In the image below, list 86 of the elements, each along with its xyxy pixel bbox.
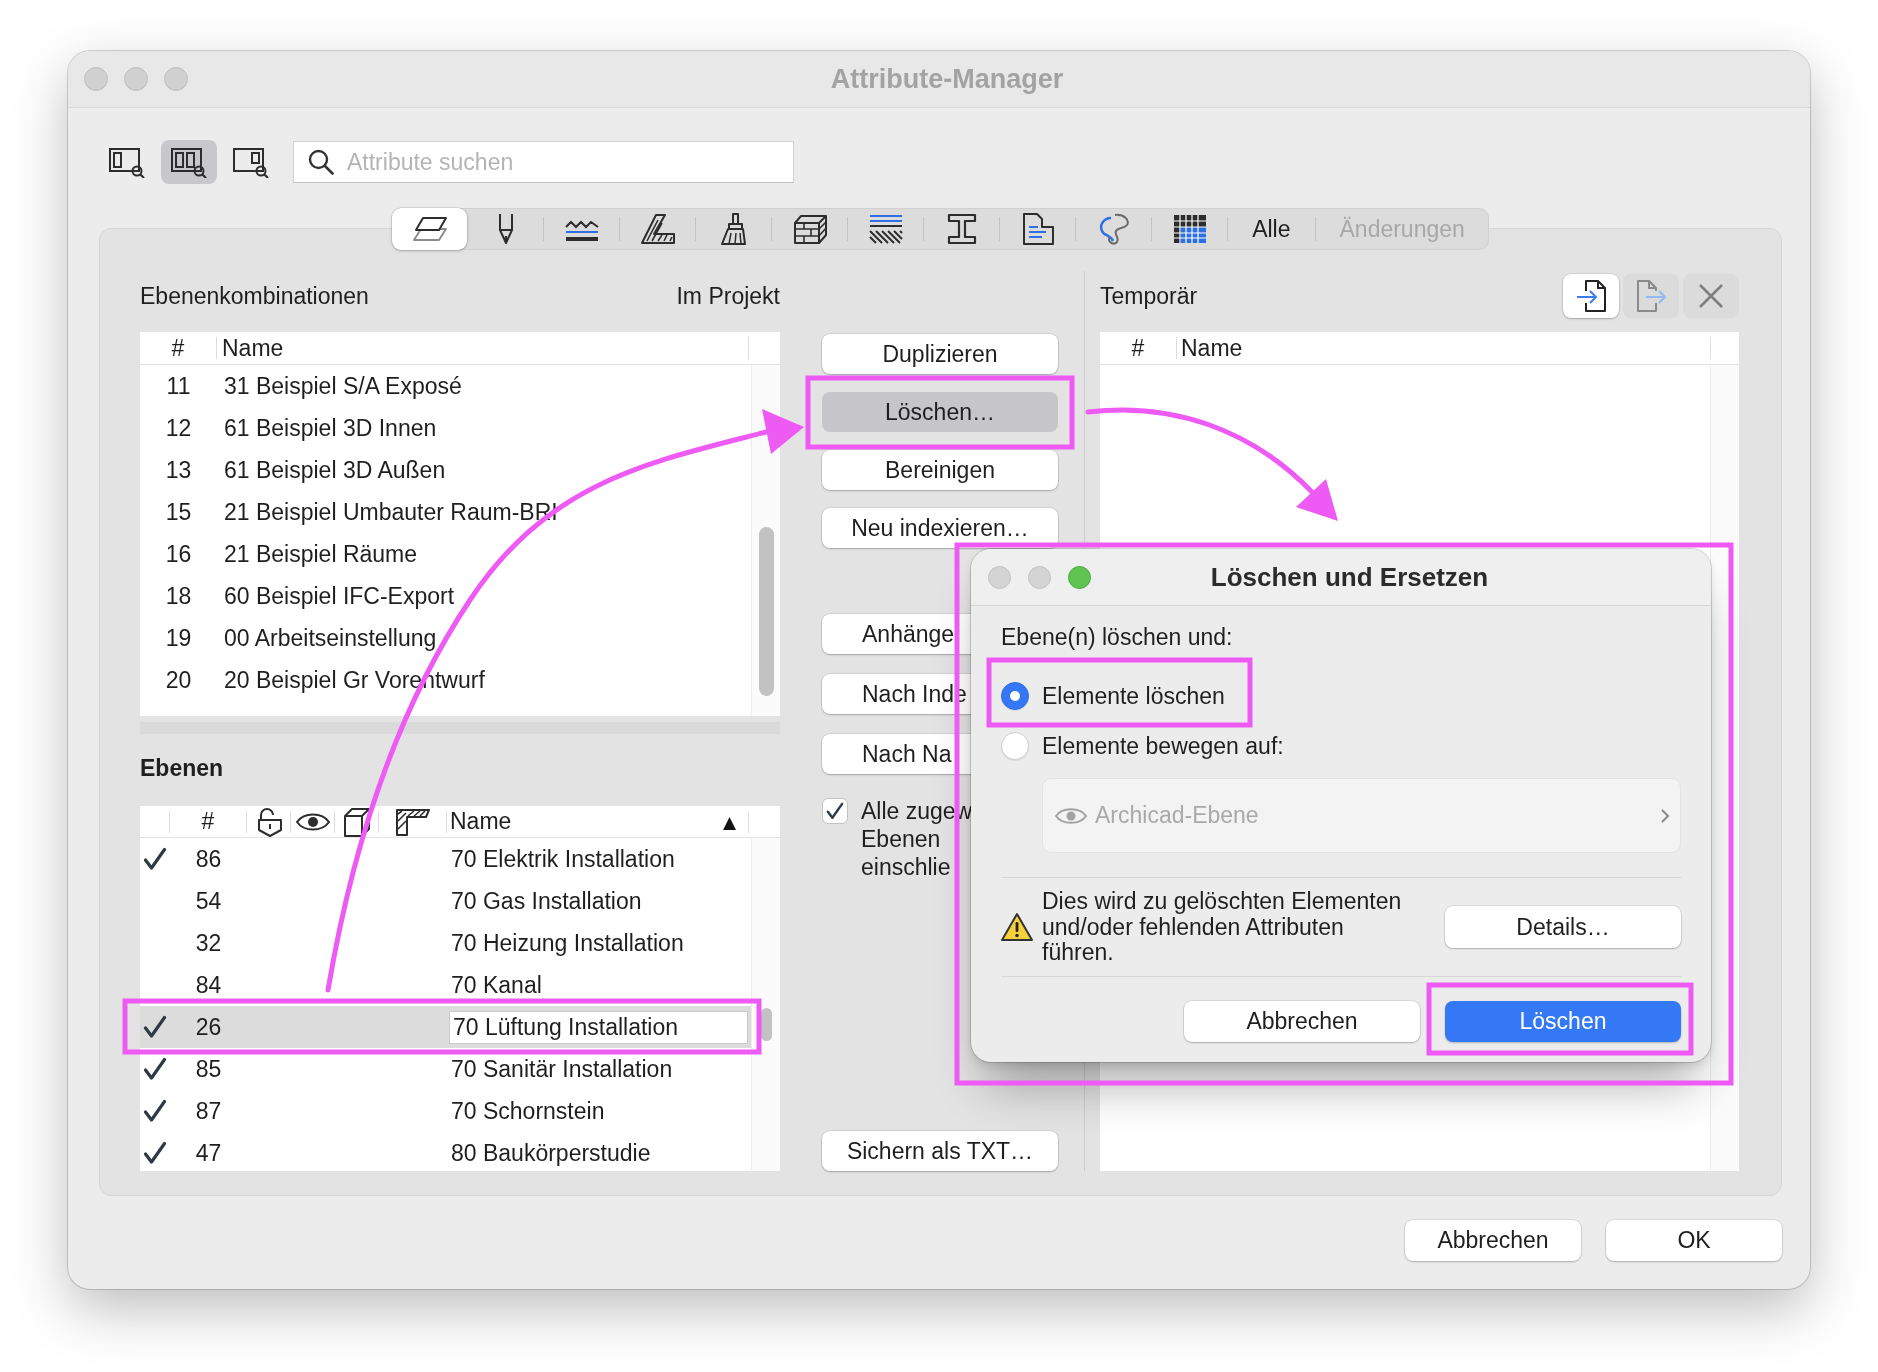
footer-button[interactable]: Abbrechen xyxy=(1405,1220,1581,1261)
checkmark-icon xyxy=(826,802,844,820)
row-number: 11 xyxy=(165,372,192,400)
attribute-tab[interactable] xyxy=(392,208,468,250)
section-title: Temporär xyxy=(1100,282,1198,310)
hatch-fill-icon xyxy=(639,213,676,245)
row-number: 13 xyxy=(164,456,193,484)
row-number: 18 xyxy=(164,582,193,610)
combination-name: 31 Beispiel S/A Exposé xyxy=(223,372,462,400)
left-pane-view-icon xyxy=(109,146,145,178)
checkbox[interactable] xyxy=(822,798,848,824)
details-button[interactable]: Details… xyxy=(1445,906,1681,949)
pen-icon xyxy=(498,213,513,245)
column-header[interactable]: Name xyxy=(1177,334,1710,362)
scrollbar-thumb[interactable] xyxy=(760,1008,772,1041)
grid-icon xyxy=(1171,213,1208,245)
section-title: Ebenenkombinationen xyxy=(140,282,369,310)
search-field[interactable]: Attribute suchen xyxy=(293,141,794,183)
dialog-button[interactable]: Abbrechen xyxy=(1184,1000,1420,1042)
toolbar-button[interactable] xyxy=(1563,274,1619,318)
column-label: Im Projekt xyxy=(676,282,780,310)
i-beam-icon xyxy=(946,213,977,245)
layer-name: 70 Gas Installation xyxy=(450,887,642,915)
eye-icon xyxy=(1055,805,1087,826)
horizontal-scrollbar[interactable] xyxy=(140,722,780,734)
chevron-right-icon xyxy=(1660,807,1670,824)
warning-message: Dies wird zu gelöschten Elementen und/oder fehlenden Attributen führen. xyxy=(1042,889,1403,966)
row-number: 32 xyxy=(194,929,223,957)
action-button[interactable]: Bereinigen xyxy=(822,450,1058,490)
brick-block-icon xyxy=(791,213,828,245)
sort-arrow-icon[interactable]: ▲ xyxy=(722,811,736,832)
row-number: 86 xyxy=(194,845,223,873)
footer-button[interactable]: OK xyxy=(1606,1220,1782,1261)
column-header[interactable]: # xyxy=(1100,334,1176,362)
layer-name: 70 Elektrik Installation xyxy=(450,845,675,873)
column-header[interactable]: Name xyxy=(217,334,748,362)
selected-row[interactable]: 26 70 Lüftung Installation xyxy=(140,1006,751,1048)
section-title: Ebenen xyxy=(140,754,224,783)
row-number: 16 xyxy=(164,540,193,568)
row-number: 26 xyxy=(194,1013,223,1041)
paint-brush-icon xyxy=(721,213,747,245)
row-number: 87 xyxy=(194,1097,223,1125)
combination-name: 61 Beispiel 3D Innen xyxy=(223,414,437,442)
combination-name: 21 Beispiel Umbauter Raum-BRI xyxy=(223,498,558,526)
dialog-button[interactable]: Löschen xyxy=(1445,1000,1681,1042)
layer-name: 70 Heizung Installation xyxy=(450,929,684,957)
action-button[interactable]: Sichern als TXT… xyxy=(822,1131,1058,1171)
hatched-wall-icon xyxy=(394,807,431,836)
dialog-title: Löschen und Ersetzen xyxy=(1210,561,1489,593)
search-icon xyxy=(308,149,334,175)
row-number: 84 xyxy=(194,971,223,999)
layer-name: 70 Schornstein xyxy=(450,1097,605,1125)
right-pane-view-icon xyxy=(233,146,269,178)
action-button[interactable]: Löschen… xyxy=(822,392,1058,432)
combination-name: 60 Beispiel IFC-Export xyxy=(223,582,455,610)
layer-name: 80 Baukörperstudie xyxy=(450,1139,651,1167)
column-header[interactable]: Name xyxy=(450,808,512,835)
combination-name: 00 Arbeitseinstellung xyxy=(223,624,437,652)
export-document-icon xyxy=(1636,279,1666,313)
action-button[interactable]: Neu indexieren… xyxy=(822,508,1058,548)
action-button[interactable]: Duplizieren xyxy=(822,334,1058,374)
view-mode-button[interactable] xyxy=(161,140,217,184)
row-number: 15 xyxy=(164,498,193,526)
name-edit-field[interactable]: 70 Lüftung Installation xyxy=(449,1010,748,1044)
close-icon xyxy=(1698,283,1724,309)
layer-name: 70 Kanal xyxy=(450,971,542,999)
striped-layers-icon xyxy=(867,213,904,245)
row-number: 47 xyxy=(194,1139,223,1167)
column-header[interactable]: # xyxy=(201,808,215,835)
row-number: 19 xyxy=(164,624,193,652)
layer-name: 70 Sanitär Installation xyxy=(450,1055,673,1083)
row-number: 85 xyxy=(194,1055,223,1083)
scrollbar-thumb[interactable] xyxy=(758,527,774,696)
combination-name: 21 Beispiel Räume xyxy=(223,540,418,568)
dual-pane-view-icon xyxy=(171,146,207,178)
row-number: 12 xyxy=(164,414,193,442)
radio-button[interactable] xyxy=(1001,682,1029,710)
window-title: Attribute-Manager xyxy=(830,63,1064,95)
column-header[interactable]: # xyxy=(140,334,216,362)
import-document-icon xyxy=(1576,279,1606,313)
row-number: 54 xyxy=(194,887,223,915)
warning-icon xyxy=(1001,912,1033,943)
row-number: 20 xyxy=(164,666,193,694)
combination-name: 61 Beispiel 3D Außen xyxy=(223,456,446,484)
cube-icon xyxy=(342,806,371,837)
attribute-tab[interactable]: Alle xyxy=(1228,208,1315,250)
